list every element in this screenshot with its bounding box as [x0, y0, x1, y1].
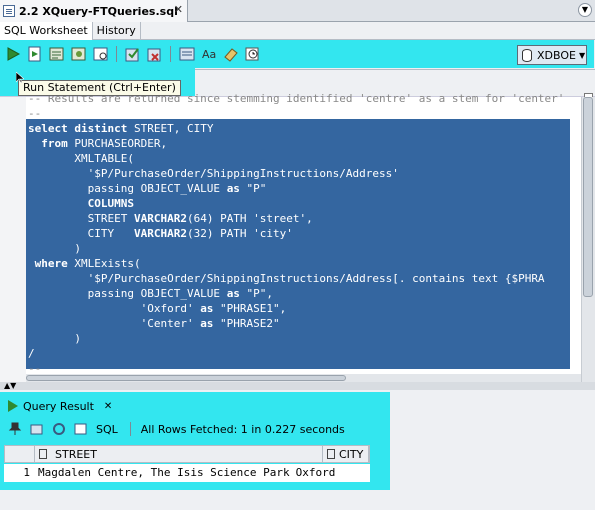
clear-button[interactable]: [222, 45, 240, 63]
toolbar-highlight: [0, 40, 594, 68]
connection-name: XDBOE: [537, 48, 576, 62]
tab-list-menu-icon[interactable]: ▼: [578, 3, 592, 17]
row-number-header: [5, 446, 35, 462]
editor-tab[interactable]: 2.2 XQuery-FTQueries.sql ✕: [0, 0, 188, 22]
change-case-button[interactable]: Aa: [200, 45, 218, 63]
column-type-icon: [327, 449, 335, 459]
column-header-city[interactable]: CITY: [323, 446, 369, 462]
close-icon[interactable]: ✕: [104, 401, 112, 412]
code-line: ): [28, 332, 81, 345]
code-line: '$P/PurchaseOrder/ShippingInstructions/A…: [28, 272, 545, 285]
run-script-button[interactable]: [26, 45, 44, 63]
autotrace-button[interactable]: [48, 45, 66, 63]
fetch-status: All Rows Fetched: 1 in 0.227 seconds: [140, 422, 345, 436]
code-line: STREET VARCHAR2(64) PATH 'street',: [28, 212, 313, 225]
panel-splitter[interactable]: ▲▼: [0, 382, 595, 390]
column-type-icon: [39, 449, 47, 459]
cell-street[interactable]: Magdalen Centre, The Isis Science Park: [34, 464, 290, 482]
table-row[interactable]: 1 Magdalen Centre, The Isis Science Park…: [4, 464, 370, 482]
code-line: --: [28, 107, 42, 120]
commit-icon: [125, 48, 139, 62]
rollback-button[interactable]: [146, 45, 164, 63]
editor-tab-title: 2.2 XQuery-FTQueries.sql: [19, 4, 178, 18]
code-line: '$P/PurchaseOrder/ShippingInstructions/A…: [28, 167, 399, 180]
explain-plan-button[interactable]: [70, 45, 88, 63]
change-case-icon: Aa: [202, 48, 216, 61]
history-button[interactable]: [244, 45, 262, 63]
tab-sql-worksheet[interactable]: SQL Worksheet: [0, 22, 93, 40]
sql-editor[interactable]: -- Results are returned since stemming i…: [0, 92, 595, 383]
code-line: CITY VARCHAR2(32) PATH 'city': [28, 227, 293, 240]
connection-selector[interactable]: XDBOE ▼: [517, 45, 587, 65]
pin-icon[interactable]: [8, 422, 22, 436]
toolbar-separator: [170, 46, 171, 62]
code-line: ): [28, 242, 81, 255]
column-header-label: STREET: [55, 447, 97, 461]
sql-file-icon: [3, 5, 15, 17]
code-line: where XMLExists(: [34, 257, 141, 270]
run-statement-button[interactable]: [4, 45, 22, 63]
unshared-sql-button[interactable]: [178, 45, 196, 63]
code-line: XMLTABLE(: [28, 152, 134, 165]
explain-plan-icon: [71, 47, 86, 61]
query-result-label: Query Result: [23, 399, 94, 413]
query-result-panel: Query Result ✕ SQL All Rows Fetched: 1 i…: [0, 392, 595, 510]
code-line: select distinct STREET, CITY: [28, 122, 214, 135]
sql-link[interactable]: SQL: [96, 423, 118, 436]
commit-button[interactable]: [124, 45, 142, 63]
history-icon: [245, 47, 259, 61]
code-line: from PURCHASEORDER,: [41, 137, 168, 150]
editor-horizontal-scrollbar[interactable]: [26, 374, 581, 382]
code-content[interactable]: -- Results are returned since stemming i…: [28, 91, 564, 376]
filter-icon[interactable]: [74, 422, 88, 436]
eraser-icon: [224, 48, 238, 62]
unshared-sql-icon: [179, 47, 195, 61]
run-statement-icon: [7, 47, 21, 61]
svg-text:Aa: Aa: [202, 48, 216, 61]
toolbar-separator: [116, 46, 117, 62]
code-line: passing OBJECT_VALUE as "P",: [28, 287, 274, 300]
code-line: /: [28, 347, 35, 360]
sql-tuning-button[interactable]: [92, 45, 110, 63]
run-statement-tooltip: Run Statement (Ctrl+Enter): [18, 80, 181, 96]
scrollbar-thumb[interactable]: [583, 97, 593, 297]
scrollbar-thumb[interactable]: [26, 375, 346, 381]
sql-tuning-icon: [93, 47, 108, 61]
result-grid-header: STREET CITY: [4, 445, 370, 463]
result-toolbar: SQL All Rows Fetched: 1 in 0.227 seconds: [0, 418, 390, 440]
editor-vertical-scrollbar[interactable]: [581, 97, 595, 383]
autotrace-icon: [49, 47, 64, 61]
row-number: 1: [23, 466, 30, 479]
code-line: COLUMNS: [87, 197, 134, 210]
worksheet-subtabs: SQL Worksheet History: [0, 22, 595, 40]
cell-city[interactable]: Oxford: [290, 464, 336, 482]
tab-query-result[interactable]: Query Result ✕: [4, 396, 116, 416]
column-header-street[interactable]: STREET: [35, 446, 323, 462]
code-line: 'Center' as "PHRASE2": [28, 317, 280, 330]
run-script-icon: [28, 46, 41, 62]
toolbar-separator: [129, 422, 131, 436]
code-line: 'Oxford' as "PHRASE1",: [28, 302, 287, 315]
column-header-label: CITY: [339, 447, 364, 461]
close-tab-icon[interactable]: ✕: [174, 3, 183, 16]
export-icon[interactable]: [30, 422, 44, 436]
run-icon: [8, 400, 18, 412]
mouse-cursor-icon: [16, 72, 24, 84]
editor-tab-bar: 2.2 XQuery-FTQueries.sql ✕ ▼: [0, 0, 595, 22]
worksheet-toolbar: Aa XDBOE ▼: [0, 40, 595, 112]
splitter-arrows-icon[interactable]: ▲▼: [4, 382, 16, 390]
tab-history[interactable]: History: [93, 22, 141, 40]
code-line: passing OBJECT_VALUE as "P": [28, 182, 267, 195]
rollback-icon: [147, 48, 161, 62]
chevron-down-icon: ▼: [578, 50, 586, 60]
editor-gutter: [0, 97, 26, 383]
database-icon: [522, 48, 532, 62]
refresh-icon[interactable]: [52, 422, 66, 436]
